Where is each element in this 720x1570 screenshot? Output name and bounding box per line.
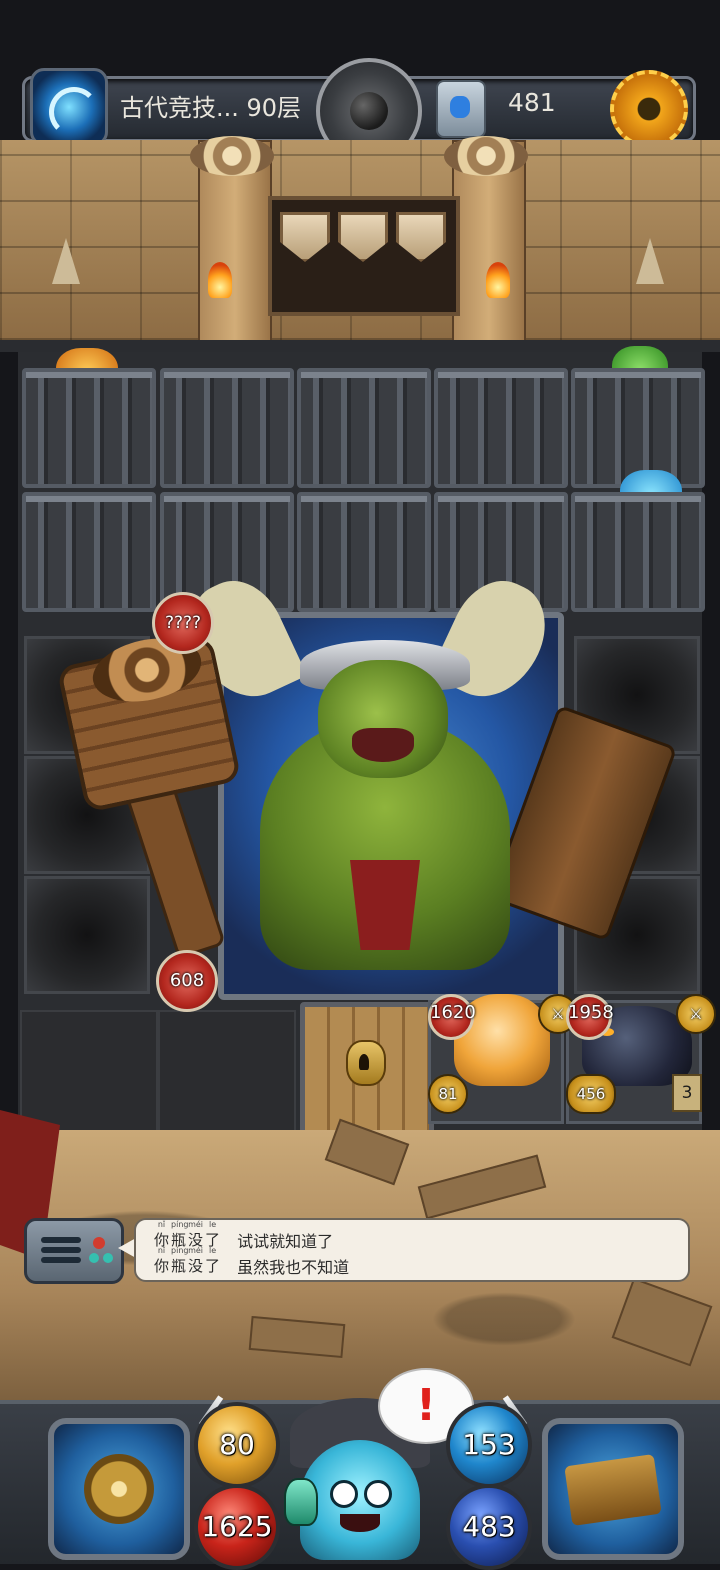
cage-tile[interactable] [22, 368, 156, 488]
compass-icon [84, 1454, 154, 1524]
portal-icon[interactable] [30, 68, 108, 146]
chat-line [41, 1247, 81, 1253]
gear-icon[interactable] [610, 70, 688, 148]
chat-line-1: nǐ 你 píng 瓶 méi 没 le 了 试试就知道了 [154, 1220, 674, 1251]
chat-line [41, 1257, 81, 1263]
chat-dot [89, 1253, 99, 1263]
wall-base [0, 340, 720, 352]
chat-line-2: nǐ 你 píng 瓶 méi 没 le 了 虽然我也不知道 [154, 1246, 674, 1277]
attack-orb: 80 [194, 1402, 280, 1488]
compass-button[interactable] [48, 1418, 190, 1560]
empty-tile[interactable] [20, 1010, 158, 1132]
sword-icon: ⚔ [676, 994, 716, 1034]
pillar-cap-left [190, 136, 274, 176]
cat-attack: 81 [428, 1074, 468, 1114]
chat-dot [93, 1237, 105, 1249]
mana-orb: 483 [446, 1484, 532, 1570]
hero-mouth [340, 1514, 380, 1532]
boss-attack-badge: ???? [152, 592, 214, 654]
spellbook-icon [564, 1454, 662, 1526]
hp-orb: 1625 [194, 1484, 280, 1570]
floor-label: 古代竞技... 90层 [120, 94, 302, 122]
boss-mouth [352, 728, 414, 762]
hero-avatar[interactable] [300, 1440, 420, 1560]
speaker-char: méi 没 [188, 1246, 204, 1275]
cage-tile[interactable] [160, 368, 294, 488]
keyhole [359, 1054, 369, 1070]
speaker-char: le 了 [205, 1246, 221, 1275]
rune-icon [436, 80, 486, 138]
cat-hp: 1620 [430, 1002, 476, 1023]
scroll-count: 3 [672, 1074, 702, 1112]
bomb-icon [350, 92, 388, 130]
boss-hp-badge: 608 [156, 950, 218, 1012]
rune-gem [450, 96, 470, 118]
chat-bubble[interactable]: nǐ 你 píng 瓶 méi 没 le 了 试试就知道了 nǐ 你 píng 瓶 méi 没 le 了 虽… [134, 1218, 690, 1282]
cage-tile[interactable] [434, 368, 568, 488]
boss-loincloth [350, 860, 420, 950]
defense-orb: 153 [446, 1402, 532, 1488]
chat-message: 虽然我也不知道 [237, 1258, 350, 1277]
torch-right [486, 262, 510, 298]
torch-left [208, 262, 232, 298]
wall-spike-right [636, 238, 664, 284]
cage-tile[interactable] [571, 492, 705, 612]
potion-icon [284, 1478, 318, 1526]
cage-tile[interactable] [297, 492, 431, 612]
wall-spike-left [52, 238, 80, 284]
hole-tile[interactable] [24, 876, 150, 994]
chat-line [41, 1237, 81, 1243]
cage-tile[interactable] [22, 492, 156, 612]
portal-swirl [49, 87, 99, 137]
speaker-char: nǐ 你 [154, 1246, 170, 1275]
chat-dot [103, 1253, 113, 1263]
spellbook-button[interactable] [542, 1418, 684, 1560]
panther-attack: 456 [566, 1074, 616, 1114]
chat-log-icon[interactable] [24, 1218, 124, 1284]
pillar-cap-right [444, 136, 528, 176]
cage-tile[interactable] [297, 368, 431, 488]
hero-eye [330, 1480, 358, 1508]
rune-count: 481 [508, 88, 556, 117]
chat-message: 试试就知道了 [237, 1232, 334, 1251]
empty-tile[interactable] [158, 1010, 296, 1132]
panther-hp: 1958 [568, 1002, 614, 1023]
hero-eye [364, 1480, 392, 1508]
speaker-char: píng 瓶 [171, 1246, 189, 1275]
